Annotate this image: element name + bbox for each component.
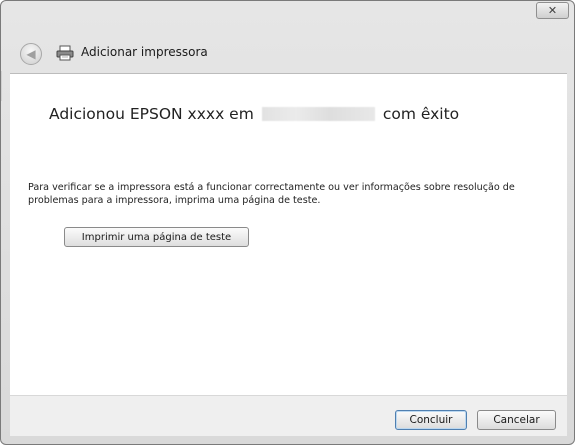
description-text: Para verificar se a impressora está a fu… <box>28 182 515 206</box>
back-button[interactable]: ◀ <box>20 43 42 65</box>
divider <box>1 71 2 101</box>
print-test-page-button[interactable]: Imprimir uma página de teste <box>64 227 249 247</box>
printer-icon <box>56 45 74 61</box>
heading-prefix: Adicionou EPSON xxxx em <box>49 105 254 123</box>
redacted-computer-name <box>261 107 375 121</box>
close-icon: ✕ <box>547 4 558 17</box>
close-button[interactable]: ✕ <box>536 2 569 19</box>
content-panel: Adicionou EPSON xxxx em com êxito Para v… <box>10 73 567 396</box>
back-arrow-icon: ◀ <box>26 46 36 61</box>
dialog-footer: Concluir Cancelar <box>10 395 567 436</box>
heading-suffix: com êxito <box>382 105 460 123</box>
finish-button[interactable]: Concluir <box>395 410 467 430</box>
window-title: Adicionar impressora <box>81 45 208 59</box>
success-heading: Adicionou EPSON xxxx em com êxito <box>49 105 459 123</box>
cancel-button[interactable]: Cancelar <box>477 410 556 430</box>
add-printer-dialog: ✕ ◀ Adicionar impressora Adicionou EPSON… <box>0 0 575 445</box>
